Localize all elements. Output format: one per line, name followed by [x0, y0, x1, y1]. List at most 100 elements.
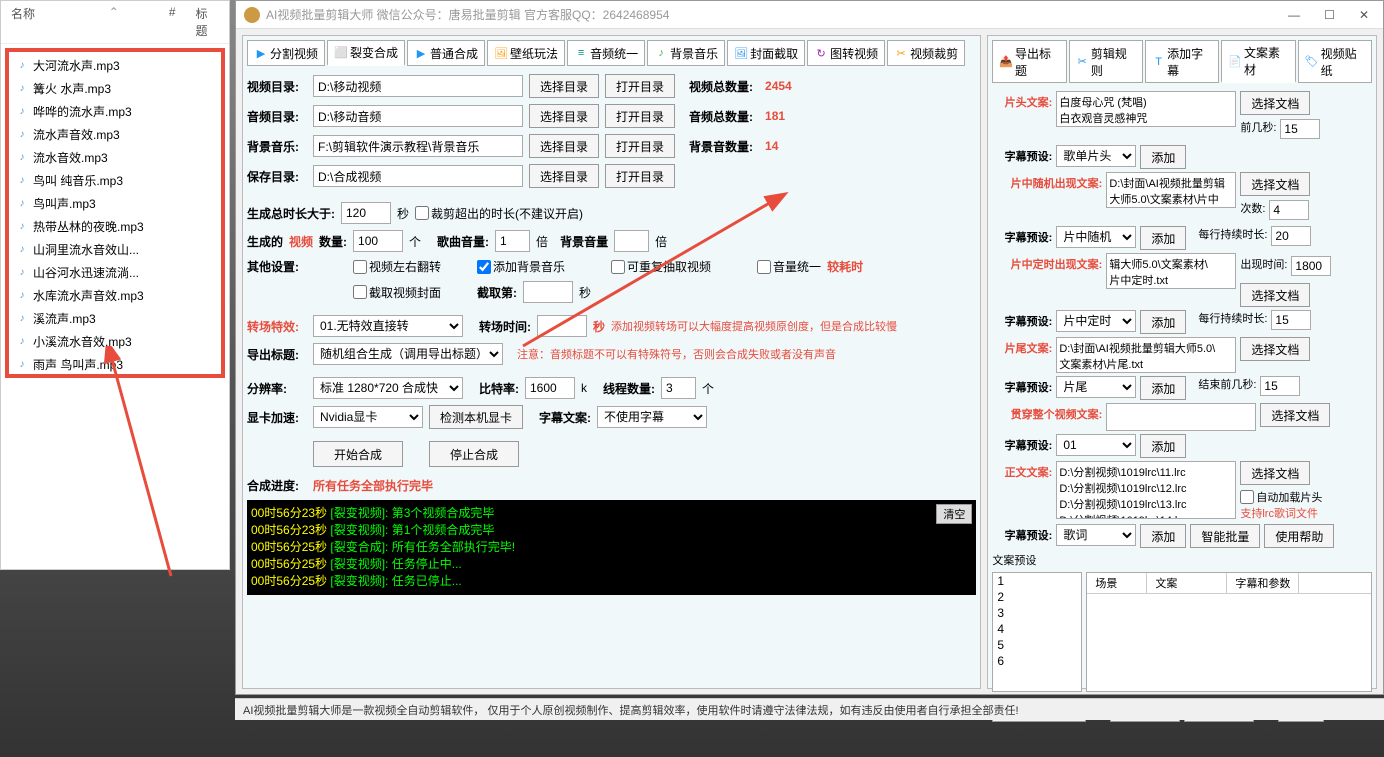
col-name[interactable]: 名称	[11, 5, 109, 39]
first-sec-input[interactable]	[1280, 119, 1320, 139]
detect-gpu-button[interactable]: 检测本机显卡	[429, 405, 523, 429]
file-item[interactable]: ♪大河流水声.mp3	[11, 54, 219, 77]
preset-item[interactable]: 2	[993, 589, 1081, 605]
repeat-extract-checkbox[interactable]: 可重复抽取视频	[611, 258, 711, 275]
col-title[interactable]: 标题	[196, 5, 219, 39]
preset-item[interactable]: 1	[993, 573, 1081, 589]
each-dur-input[interactable]	[1271, 226, 1311, 246]
gpu-select[interactable]: Nvidia显卡	[313, 406, 423, 428]
gen-count-input[interactable]	[353, 230, 403, 252]
body-select-doc-button[interactable]: 选择文档	[1240, 461, 1310, 485]
tab-文案素材[interactable]: 📄文案素材	[1221, 40, 1295, 83]
head-select-doc-button[interactable]: 选择文档	[1240, 91, 1310, 115]
file-item[interactable]: ♪山谷河水迅速流淌...	[11, 261, 219, 284]
tail-select-doc-button[interactable]: 选择文档	[1240, 337, 1310, 361]
file-item[interactable]: ♪鸟叫声.mp3	[11, 192, 219, 215]
head-text-input[interactable]	[1056, 91, 1236, 127]
tab-图转视频[interactable]: ↻图转视频	[807, 40, 885, 66]
threads-input[interactable]	[661, 377, 696, 399]
save-select-dir-button[interactable]: 选择目录	[529, 164, 599, 188]
flip-checkbox[interactable]: 视频左右翻转	[353, 258, 441, 275]
bgm-open-dir-button[interactable]: 打开目录	[605, 134, 675, 158]
add-bgm-checkbox[interactable]: 添加背景音乐	[477, 258, 565, 275]
total-duration-input[interactable]	[341, 202, 391, 224]
file-item[interactable]: ♪山洞里流水音效山...	[11, 238, 219, 261]
log-console[interactable]: 清空 00时56分23秒 [裂变视频]: 第3个视频合成完毕00时56分23秒 …	[247, 500, 976, 595]
file-item[interactable]: ♪小溪流水音效.mp3	[11, 330, 219, 353]
col-hash[interactable]: #	[169, 5, 176, 39]
preset-list[interactable]: 123456	[992, 572, 1082, 692]
tab-添加字幕[interactable]: T添加字幕	[1145, 40, 1219, 83]
cut-extra-checkbox[interactable]: 裁剪超出的时长(不建议开启)	[415, 205, 583, 222]
preset6-select[interactable]: 歌词	[1056, 524, 1136, 546]
mid-fixed-select-doc-button[interactable]: 选择文档	[1240, 283, 1310, 307]
end-sec-input[interactable]	[1260, 376, 1300, 396]
bitrate-input[interactable]	[525, 377, 575, 399]
bgm-dir-input[interactable]	[313, 135, 523, 157]
tab-音频统一[interactable]: ≡音频统一	[567, 40, 645, 66]
appear-time-input[interactable]	[1291, 256, 1331, 276]
volume-unify-checkbox[interactable]: 音量统一	[757, 258, 821, 275]
preset1-select[interactable]: 歌单片头	[1056, 145, 1136, 167]
preset-item[interactable]: 6	[993, 653, 1081, 669]
auto-load-head-checkbox[interactable]: 自动加载片头	[1240, 489, 1322, 505]
preset2-select[interactable]: 片中随机	[1056, 226, 1136, 248]
tab-壁纸玩法[interactable]: 🖼壁纸玩法	[487, 40, 565, 66]
file-item[interactable]: ♪哗哗的流水声.mp3	[11, 100, 219, 123]
audio-select-dir-button[interactable]: 选择目录	[529, 104, 599, 128]
tab-封面截取[interactable]: 🖼封面截取	[727, 40, 805, 66]
body-text-input[interactable]	[1056, 461, 1236, 519]
tab-普通合成[interactable]: ▶普通合成	[407, 40, 485, 66]
mid-random-select-doc-button[interactable]: 选择文档	[1240, 172, 1310, 196]
mid-random-input[interactable]	[1106, 172, 1236, 208]
file-item[interactable]: ♪流水音效.mp3	[11, 146, 219, 169]
preset3-add-button[interactable]: 添加	[1140, 310, 1186, 334]
tab-背景音乐[interactable]: ♪背景音乐	[647, 40, 725, 66]
through-select-doc-button[interactable]: 选择文档	[1260, 403, 1330, 427]
tab-剪辑规则[interactable]: ✂剪辑规则	[1069, 40, 1143, 83]
tail-text-input[interactable]	[1056, 337, 1236, 373]
bg-volume-input[interactable]	[614, 230, 649, 252]
each-dur2-input[interactable]	[1271, 310, 1311, 330]
cover-frame-input[interactable]	[523, 281, 573, 303]
preset-item[interactable]: 5	[993, 637, 1081, 653]
preset4-select[interactable]: 片尾	[1056, 376, 1136, 398]
video-open-dir-button[interactable]: 打开目录	[605, 74, 675, 98]
video-dir-input[interactable]	[313, 75, 523, 97]
transition-select[interactable]: 01.无特效直接转	[313, 315, 463, 337]
file-item[interactable]: ♪雨声 鸟叫声.mp3	[11, 353, 219, 376]
preset5-add-button[interactable]: 添加	[1140, 434, 1186, 458]
file-item[interactable]: ♪溪流声.mp3	[11, 307, 219, 330]
preset4-add-button[interactable]: 添加	[1140, 376, 1186, 400]
tab-视频裁剪[interactable]: ✂视频裁剪	[887, 40, 965, 66]
preset-item[interactable]: 3	[993, 605, 1081, 621]
preset-table[interactable]: 场景 文案 字幕和参数	[1086, 572, 1372, 692]
sort-indicator[interactable]: ⌃	[109, 5, 119, 39]
use-help-button[interactable]: 使用帮助	[1264, 524, 1334, 548]
bgm-select-dir-button[interactable]: 选择目录	[529, 134, 599, 158]
save-open-dir-button[interactable]: 打开目录	[605, 164, 675, 188]
cover-checkbox[interactable]: 截取视频封面	[353, 284, 441, 301]
preset2-add-button[interactable]: 添加	[1140, 226, 1186, 250]
tab-裂变合成[interactable]: ⬜裂变合成	[327, 40, 405, 66]
tab-视频贴纸[interactable]: 🏷视频贴纸	[1298, 40, 1372, 83]
file-item[interactable]: ♪流水声音效.mp3	[11, 123, 219, 146]
audio-dir-input[interactable]	[313, 105, 523, 127]
song-volume-input[interactable]	[495, 230, 530, 252]
preset5-select[interactable]: 01	[1056, 434, 1136, 456]
through-text-input[interactable]	[1106, 403, 1256, 431]
mid-fixed-input[interactable]	[1106, 253, 1236, 289]
tab-导出标题[interactable]: 📤导出标题	[992, 40, 1066, 83]
preset-item[interactable]: 4	[993, 621, 1081, 637]
minimize-button[interactable]: —	[1282, 6, 1306, 24]
file-item[interactable]: ♪热带丛林的夜晚.mp3	[11, 215, 219, 238]
start-compose-button[interactable]: 开始合成	[313, 441, 403, 467]
preset1-add-button[interactable]: 添加	[1140, 145, 1186, 169]
preset6-add-button[interactable]: 添加	[1140, 524, 1186, 548]
smart-batch-button[interactable]: 智能批量	[1190, 524, 1260, 548]
export-title-select[interactable]: 随机组合生成（调用导出标题）	[313, 343, 503, 365]
close-button[interactable]: ✕	[1353, 6, 1375, 24]
video-select-dir-button[interactable]: 选择目录	[529, 74, 599, 98]
stop-compose-button[interactable]: 停止合成	[429, 441, 519, 467]
audio-open-dir-button[interactable]: 打开目录	[605, 104, 675, 128]
